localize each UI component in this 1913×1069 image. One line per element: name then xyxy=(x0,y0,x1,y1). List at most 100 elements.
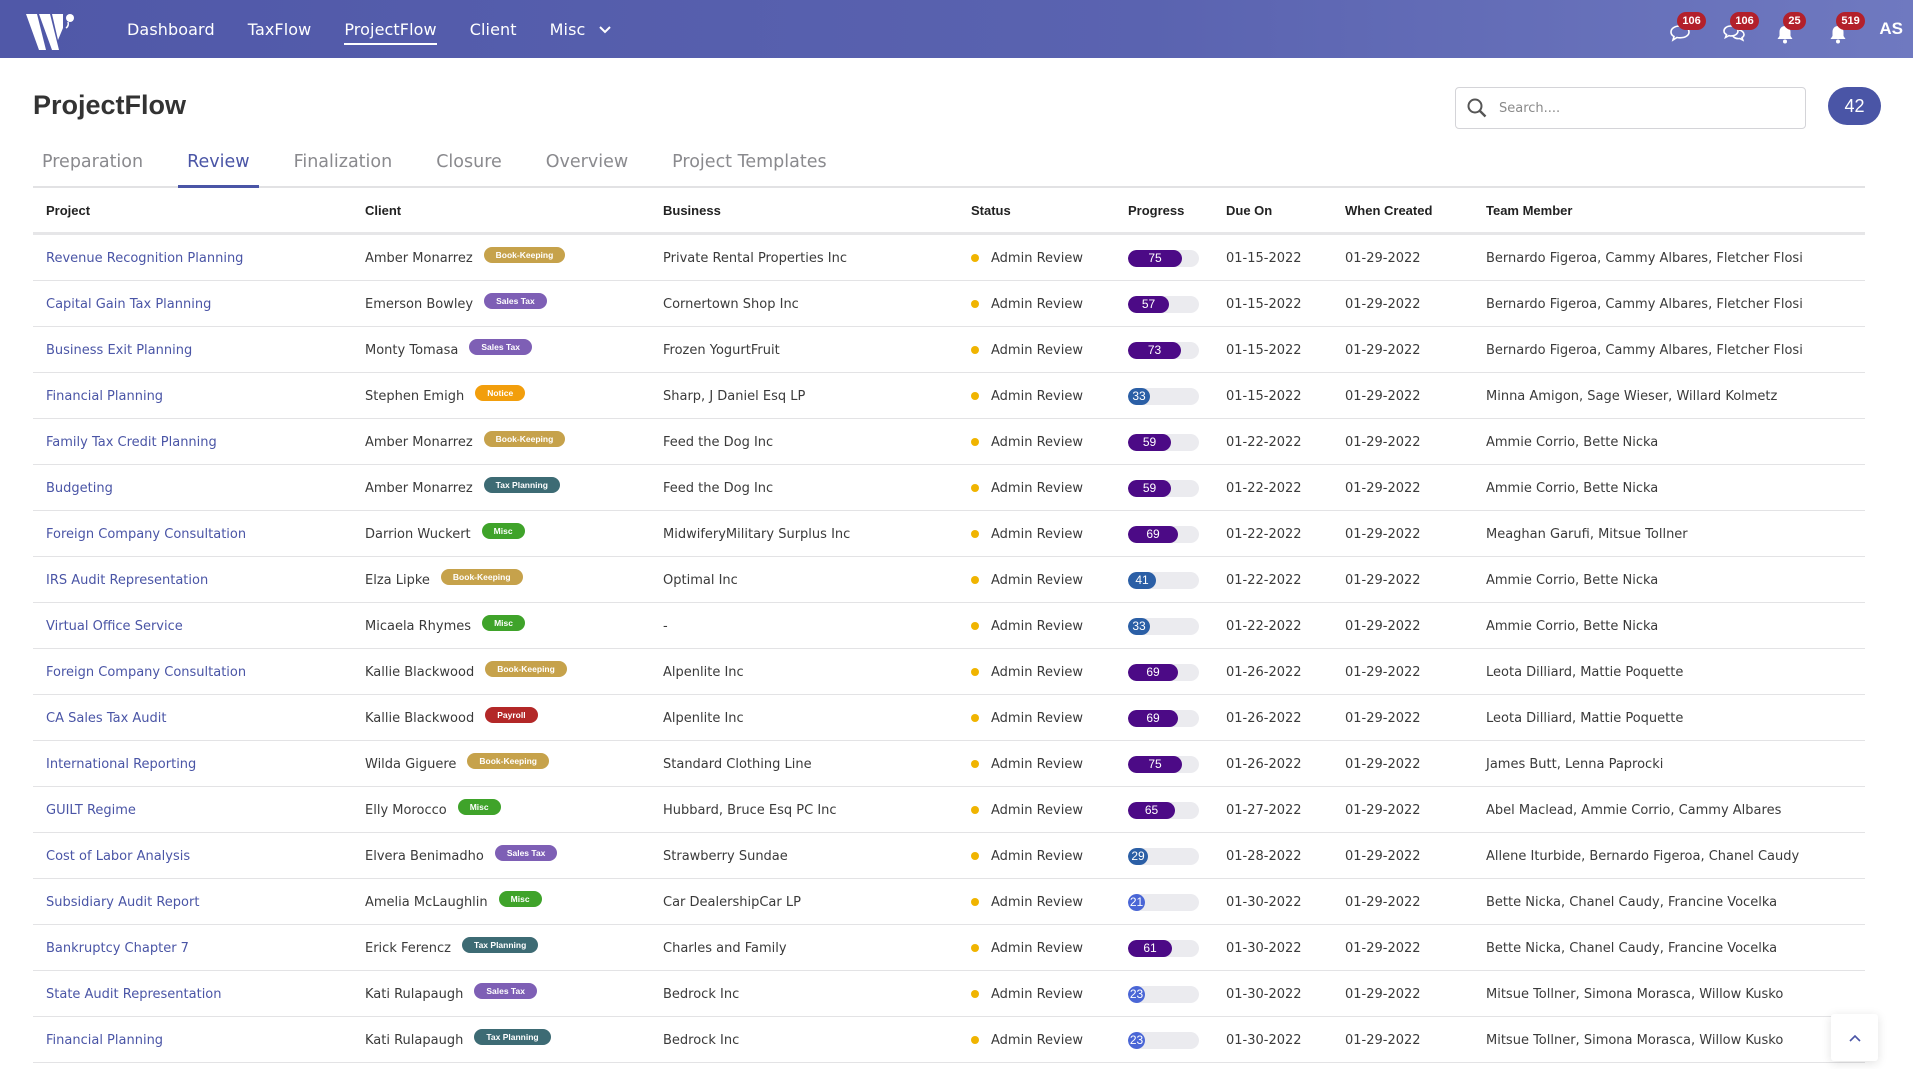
project-link[interactable]: Cost of Labor Analysis xyxy=(46,849,190,864)
table-row[interactable]: Financial Planning Stephen Emigh Notice Sha… xyxy=(33,373,1865,419)
tab-overview[interactable]: Overview xyxy=(537,146,637,186)
service-tag: Notice xyxy=(475,385,526,401)
tab-review[interactable]: Review xyxy=(178,146,260,188)
table-row[interactable]: Foreign Company Consultation Kallie Black… xyxy=(33,649,1865,695)
project-link[interactable]: Budgeting xyxy=(46,481,113,496)
user-avatar[interactable]: AS xyxy=(1879,19,1903,39)
business-name: Sharp, J Daniel Esq LP xyxy=(663,388,806,404)
table-row[interactable]: State Audit Representation Kati Rulapaugh… xyxy=(33,971,1865,1017)
team-cell: Ammie Corrio, Bette Nicka xyxy=(1486,557,1658,603)
alerts-button[interactable]: 25 xyxy=(1771,12,1806,44)
table-row[interactable]: Cost of Labor Analysis Elvera Benimadho Sa… xyxy=(33,833,1865,879)
client-name: Kati Rulapaugh xyxy=(365,1032,464,1048)
tab-preparation[interactable]: Preparation xyxy=(33,146,152,186)
table-row[interactable]: Budgeting Amber Monarrez Tax Planning Feed … xyxy=(33,465,1865,511)
conversations-button[interactable]: 106 xyxy=(1718,12,1759,44)
nav-dashboard[interactable]: Dashboard xyxy=(127,20,215,39)
nav-taxflow[interactable]: TaxFlow xyxy=(248,20,312,39)
project-link[interactable]: Family Tax Credit Planning xyxy=(46,435,217,450)
project-link[interactable]: Capital Gain Tax Planning xyxy=(46,297,211,312)
tab-closure[interactable]: Closure xyxy=(427,146,511,186)
team-members: Bernardo Figeroa, Cammy Albares, Fletche… xyxy=(1486,296,1803,312)
created-date-cell: 01-29-2022 xyxy=(1345,649,1421,695)
nav-projectflow[interactable]: ProjectFlow xyxy=(344,20,438,45)
table-row[interactable]: Foreign Company Consultation Darrion Wuck… xyxy=(33,511,1865,557)
team-cell: Abel Maclead, Ammie Corrio, Cammy Albare… xyxy=(1486,787,1781,833)
project-link[interactable]: Foreign Company Consultation xyxy=(46,527,246,542)
column-header-business[interactable]: Business xyxy=(663,203,721,218)
project-link[interactable]: Business Exit Planning xyxy=(46,343,192,358)
table-row[interactable]: Revenue Recognition Planning Amber Monarr… xyxy=(33,235,1865,281)
column-header-team-member[interactable]: Team Member xyxy=(1486,203,1572,218)
business-cell: Feed the Dog Inc xyxy=(663,419,773,465)
project-link[interactable]: Foreign Company Consultation xyxy=(46,665,246,680)
nav-misc[interactable]: Misc xyxy=(550,20,611,39)
created-date-cell: 01-29-2022 xyxy=(1345,511,1421,557)
column-header-due-on[interactable]: Due On xyxy=(1226,203,1272,218)
project-link[interactable]: Bankruptcy Chapter 7 xyxy=(46,941,189,956)
service-tag: Sales Tax xyxy=(484,293,547,309)
messages-button[interactable]: 106 xyxy=(1665,12,1706,44)
status-cell: Admin Review xyxy=(971,603,1083,649)
table-row[interactable]: International Reporting Wilda Giguere Book… xyxy=(33,741,1865,787)
status-label: Admin Review xyxy=(991,1032,1083,1048)
project-link[interactable]: CA Sales Tax Audit xyxy=(46,711,167,726)
client-cell: Elly Morocco Misc xyxy=(365,787,501,833)
progress-cell: 69 xyxy=(1128,695,1199,741)
table-row[interactable]: Business Exit Planning Monty Tomasa Sales … xyxy=(33,327,1865,373)
project-link[interactable]: Virtual Office Service xyxy=(46,619,183,634)
tab-finalization[interactable]: Finalization xyxy=(285,146,402,186)
status-dot-icon xyxy=(971,530,979,538)
due-date-cell: 01-26-2022 xyxy=(1226,649,1302,695)
column-header-client[interactable]: Client xyxy=(365,203,401,218)
status-cell: Admin Review xyxy=(971,419,1083,465)
project-link[interactable]: GUILT Regime xyxy=(46,803,136,818)
client-cell: Stephen Emigh Notice xyxy=(365,373,526,419)
client-cell: Kallie Blackwood Payroll xyxy=(365,695,538,741)
project-link[interactable]: Revenue Recognition Planning xyxy=(46,251,243,266)
business-cell: Hubbard, Bruce Esq PC Inc xyxy=(663,787,837,833)
table-row[interactable]: IRS Audit Representation Elza Lipke Book-K… xyxy=(33,557,1865,603)
progress-bar: 23 xyxy=(1128,985,1199,1003)
tab-project-templates[interactable]: Project Templates xyxy=(663,146,835,186)
progress-cell: 75 xyxy=(1128,235,1199,281)
project-link[interactable]: IRS Audit Representation xyxy=(46,573,208,588)
due-date: 01-22-2022 xyxy=(1226,572,1302,588)
project-cell: Bankruptcy Chapter 7 xyxy=(46,925,189,971)
table-row[interactable]: Financial Planning Kati Rulapaugh Tax Plan… xyxy=(33,1017,1865,1063)
table-header: Project Client Business Status Progress … xyxy=(33,188,1865,235)
column-header-project[interactable]: Project xyxy=(46,203,90,218)
service-tag: Sales Tax xyxy=(494,845,558,861)
table-row[interactable]: Family Tax Credit Planning Amber Monarrez… xyxy=(33,419,1865,465)
nav-client[interactable]: Client xyxy=(470,20,517,39)
due-date-cell: 01-30-2022 xyxy=(1226,971,1302,1017)
column-header-status[interactable]: Status xyxy=(971,203,1011,218)
project-link[interactable]: Financial Planning xyxy=(46,389,163,404)
scroll-to-top-button[interactable] xyxy=(1831,1014,1878,1061)
table-row[interactable]: Capital Gain Tax Planning Emerson Bowley S… xyxy=(33,281,1865,327)
table-row[interactable]: Bankruptcy Chapter 7 Erick Ferencz Tax Pla… xyxy=(33,925,1865,971)
table-row[interactable]: GUILT Regime Elly Morocco Misc Hubbard, Bru… xyxy=(33,787,1865,833)
created-date-cell: 01-29-2022 xyxy=(1345,787,1421,833)
table-row[interactable]: Virtual Office Service Micaela Rhymes Misc… xyxy=(33,603,1865,649)
search-input[interactable] xyxy=(1499,100,1779,116)
logo-icon[interactable] xyxy=(22,10,80,52)
table-row[interactable]: Subsidiary Audit Report Amelia McLaughlin… xyxy=(33,879,1865,925)
column-header-when-created[interactable]: When Created xyxy=(1345,203,1432,218)
project-cell: Financial Planning xyxy=(46,1017,163,1063)
project-link[interactable]: Subsidiary Audit Report xyxy=(46,895,199,910)
notifications-button[interactable]: 519 xyxy=(1824,12,1865,44)
client-name: Amber Monarrez xyxy=(365,250,473,266)
progress-bar: 75 xyxy=(1128,755,1199,773)
due-date-cell: 01-22-2022 xyxy=(1226,419,1302,465)
client-name: Stephen Emigh xyxy=(365,388,465,404)
status-label: Admin Review xyxy=(991,802,1083,818)
due-date: 01-15-2022 xyxy=(1226,296,1302,312)
table-row[interactable]: CA Sales Tax Audit Kallie Blackwood Payrol… xyxy=(33,695,1865,741)
column-header-progress[interactable]: Progress xyxy=(1128,203,1184,218)
project-link[interactable]: International Reporting xyxy=(46,757,196,772)
project-link[interactable]: Financial Planning xyxy=(46,1033,163,1048)
team-cell: Bette Nicka, Chanel Caudy, Francine Voce… xyxy=(1486,925,1777,971)
project-link[interactable]: State Audit Representation xyxy=(46,987,222,1002)
search-field[interactable] xyxy=(1455,87,1806,129)
